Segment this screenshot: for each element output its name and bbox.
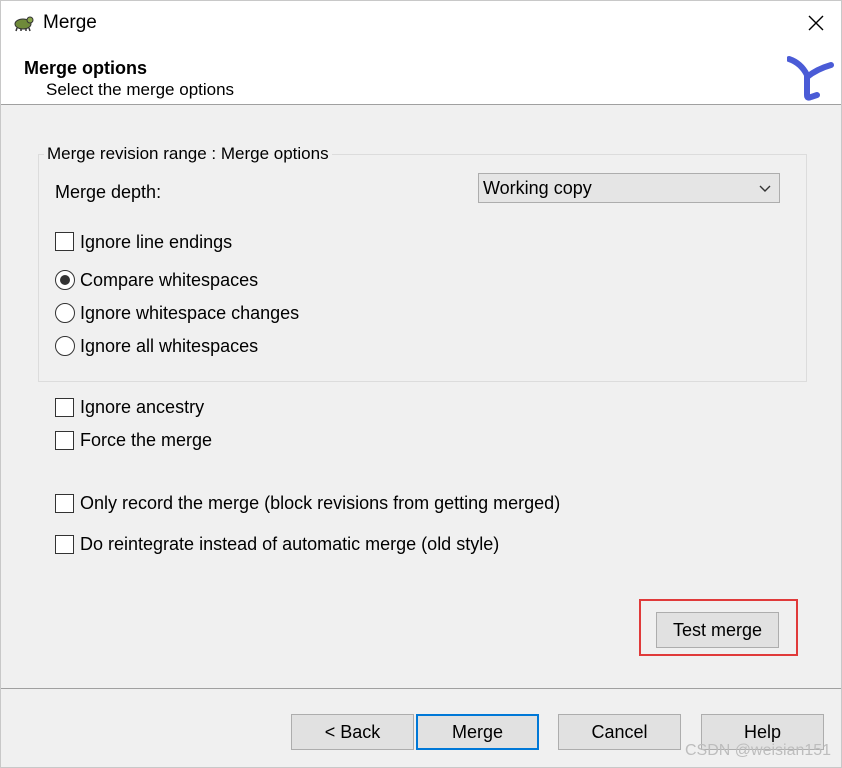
reintegrate-label[interactable]: Do reintegrate instead of automatic merg… xyxy=(80,534,499,555)
footer-divider xyxy=(1,688,841,689)
cancel-button[interactable]: Cancel xyxy=(558,714,681,750)
ignore-ancestry-checkbox[interactable] xyxy=(55,398,74,417)
ignore-all-whitespaces-label[interactable]: Ignore all whitespaces xyxy=(80,336,258,357)
watermark: CSDN @weisian151 xyxy=(685,742,832,759)
record-only-checkbox[interactable] xyxy=(55,494,74,513)
ignore-all-whitespaces-radio[interactable] xyxy=(55,336,75,356)
ignore-line-endings-checkbox[interactable] xyxy=(55,232,74,251)
close-icon xyxy=(808,15,824,31)
group-legend: Merge revision range : Merge options xyxy=(44,144,332,164)
page-title: Merge options xyxy=(24,58,148,78)
compare-whitespaces-label[interactable]: Compare whitespaces xyxy=(80,270,258,291)
wizard-header: Merge options Select the merge options xyxy=(1,45,841,105)
compare-whitespaces-radio[interactable] xyxy=(55,270,75,290)
window-title: Merge xyxy=(43,12,97,33)
merge-depth-label: Merge depth: xyxy=(55,182,162,202)
merge-dialog: Merge Merge options Select the merge opt… xyxy=(0,0,842,768)
reintegrate-checkbox[interactable] xyxy=(55,535,74,554)
title-bar: Merge xyxy=(1,1,841,45)
record-only-label[interactable]: Only record the merge (block revisions f… xyxy=(80,493,560,514)
merge-depth-select[interactable]: Working copy xyxy=(478,173,780,203)
ignore-ancestry-label[interactable]: Ignore ancestry xyxy=(80,397,204,418)
ignore-line-endings-label[interactable]: Ignore line endings xyxy=(80,232,232,253)
test-merge-button[interactable]: Test merge xyxy=(656,612,779,648)
tortoisesvn-logo-icon xyxy=(787,56,834,101)
back-button[interactable]: < Back xyxy=(291,714,414,750)
chevron-down-icon xyxy=(759,185,771,192)
force-merge-label[interactable]: Force the merge xyxy=(80,430,212,451)
close-button[interactable] xyxy=(791,1,841,45)
tortoisesvn-app-icon xyxy=(14,16,34,32)
merge-depth-value: Working copy xyxy=(483,178,592,198)
ignore-whitespace-changes-radio[interactable] xyxy=(55,303,75,323)
merge-button[interactable]: Merge xyxy=(416,714,539,750)
force-merge-checkbox[interactable] xyxy=(55,431,74,450)
ignore-whitespace-changes-label[interactable]: Ignore whitespace changes xyxy=(80,303,299,324)
page-subtitle: Select the merge options xyxy=(46,80,235,99)
